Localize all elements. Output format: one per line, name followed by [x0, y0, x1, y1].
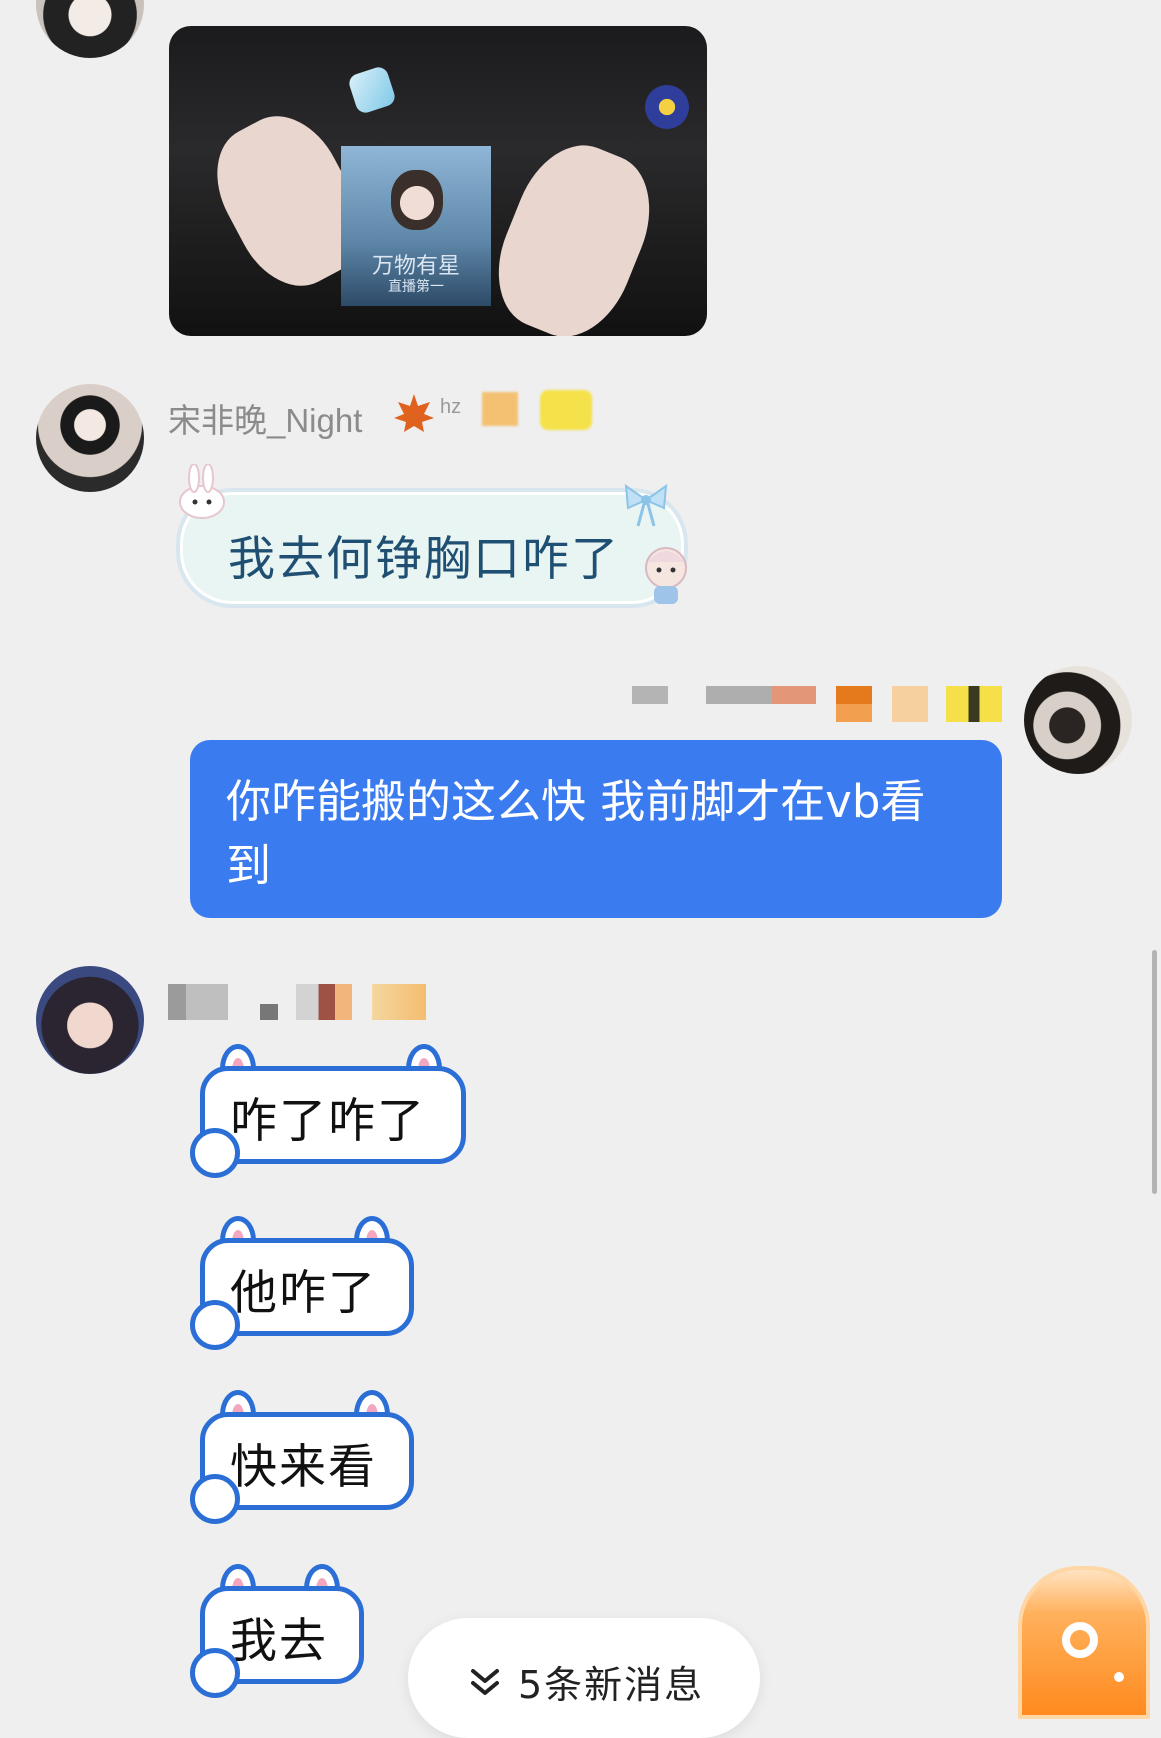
bunny-sticker-icon: [179, 464, 225, 519]
star-pin-icon: [639, 84, 695, 130]
message-text: 他咋了: [230, 1266, 377, 1321]
sender-name[interactable]: 宋非晚_Night: [168, 394, 362, 442]
message-bubble[interactable]: 他咋了: [190, 1216, 414, 1350]
maple-leaf-icon: [394, 394, 434, 432]
floating-door-button[interactable]: [1018, 1566, 1150, 1719]
pixelated-badge: [296, 984, 352, 1020]
message-text: 快来看: [230, 1440, 377, 1495]
sender-tag: hz: [440, 396, 462, 418]
chibi-sticker-icon: [645, 547, 687, 604]
video-thumbnail[interactable]: 万物有星 直播第一: [169, 26, 707, 336]
scrollbar[interactable]: [1152, 950, 1157, 1194]
pixelated-name: [260, 1004, 278, 1020]
sticker-badge-icon: [346, 64, 398, 116]
ring-icon: [1062, 1622, 1098, 1658]
pixelated-badge: [836, 686, 872, 722]
pixelated-name: [706, 686, 816, 704]
sender-avatar[interactable]: [36, 384, 144, 492]
message-text: 我去: [230, 1614, 328, 1669]
self-message-bubble[interactable]: 你咋能搬的这么快 我前脚才在vb看到: [190, 740, 1002, 918]
pixelated-badge: [540, 390, 592, 430]
album-poster: 万物有星 直播第一: [341, 146, 491, 306]
message-bubble[interactable]: 我去何铮胸口咋了: [176, 488, 688, 608]
knob-icon: [1114, 1672, 1124, 1682]
sender-avatar[interactable]: [36, 966, 144, 1074]
bow-icon: [624, 483, 668, 527]
pixelated-name: [168, 984, 228, 1020]
message-bubble[interactable]: 咋了咋了: [190, 1044, 466, 1178]
message-bubble[interactable]: 快来看: [190, 1390, 414, 1524]
new-messages-button[interactable]: 5条新消息: [408, 1618, 760, 1738]
message-text: 我去何铮胸口咋了: [228, 532, 620, 587]
message-bubble[interactable]: 我去: [190, 1564, 364, 1698]
sender-avatar[interactable]: [36, 0, 144, 58]
self-avatar[interactable]: [1024, 666, 1132, 774]
pixelated-badge: [946, 686, 1002, 722]
poster-subtitle: 直播第一: [388, 279, 444, 295]
new-messages-label: 5条新消息: [518, 1663, 705, 1707]
chevron-double-down-icon: [471, 1668, 499, 1695]
pixelated-badge: [372, 984, 426, 1020]
pixelated-badge: [892, 686, 928, 722]
pixelated-name: [632, 686, 668, 704]
message-text: 你咋能搬的这么快 我前脚才在vb看到: [226, 775, 926, 892]
message-text: 咋了咋了: [230, 1094, 426, 1149]
poster-title: 万物有星: [371, 254, 460, 279]
pixelated-badge: [482, 392, 518, 426]
